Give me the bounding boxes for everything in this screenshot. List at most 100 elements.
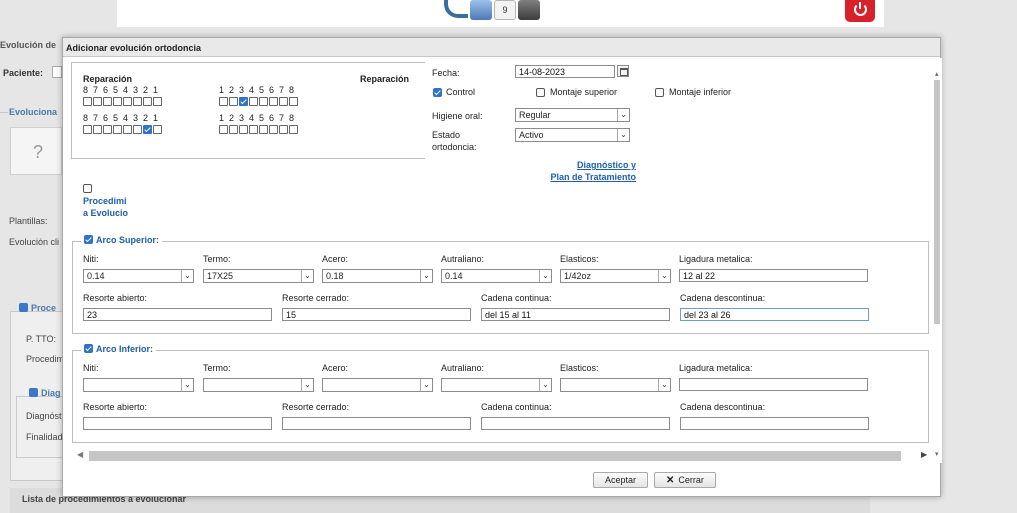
tooth-number: 1 bbox=[219, 85, 225, 95]
tooth-checkbox[interactable] bbox=[219, 125, 228, 134]
tooth-checkbox[interactable] bbox=[113, 125, 122, 134]
resorte-cerrado-input[interactable] bbox=[282, 417, 471, 430]
tooth-checkbox[interactable] bbox=[153, 125, 162, 134]
tooth-checkbox[interactable] bbox=[289, 97, 298, 106]
resorte-abierto-input[interactable] bbox=[83, 417, 272, 430]
paciente-field[interactable] bbox=[52, 66, 62, 78]
scroll-thumb[interactable] bbox=[89, 451, 901, 461]
tooth-checkbox[interactable] bbox=[93, 97, 102, 106]
fecha-input[interactable]: 14-08-2023 bbox=[515, 65, 615, 78]
chevron-down-icon: ⌄ bbox=[617, 109, 629, 121]
plantillas-label: Plantillas: bbox=[9, 216, 48, 226]
horizontal-scrollbar[interactable]: ◀ ▶ bbox=[75, 448, 929, 462]
tooth-checkbox[interactable] bbox=[103, 125, 112, 134]
acero-select[interactable]: ⌄ bbox=[322, 378, 433, 392]
tooth-number: 7 bbox=[279, 85, 285, 95]
tooth-checkbox[interactable] bbox=[153, 97, 162, 106]
scroll-down-icon[interactable]: ▾ bbox=[935, 450, 939, 458]
calendar-icon[interactable]: 9 bbox=[494, 0, 516, 20]
tooth-checkbox[interactable] bbox=[239, 97, 248, 106]
higiene-select[interactable]: Regular ⌄ bbox=[515, 108, 630, 122]
tooth-checkbox[interactable] bbox=[289, 125, 298, 134]
upper-right-numbers: 12345678 bbox=[219, 85, 299, 95]
scroll-thumb[interactable] bbox=[934, 80, 940, 324]
tooth-checkbox[interactable] bbox=[229, 125, 238, 134]
tooth-checkbox[interactable] bbox=[133, 97, 142, 106]
elasticos-select[interactable]: ⌄ bbox=[560, 378, 671, 392]
card-icon[interactable] bbox=[518, 0, 540, 20]
tooth-checkbox[interactable] bbox=[143, 97, 152, 106]
niti-select[interactable]: ⌄ bbox=[83, 378, 194, 392]
tooth-checkbox[interactable] bbox=[83, 97, 92, 106]
arco-inferior-checkbox[interactable] bbox=[84, 344, 93, 353]
elasticos-value: 1/42oz bbox=[564, 271, 592, 281]
calendar-icon[interactable] bbox=[617, 65, 629, 77]
tooth-checkbox[interactable] bbox=[259, 125, 268, 134]
paciente-label: Paciente: bbox=[3, 68, 44, 78]
tooth-checkbox[interactable] bbox=[83, 125, 92, 134]
termo-select[interactable]: 17X25 ⌄ bbox=[203, 269, 314, 283]
scroll-right-icon[interactable]: ▶ bbox=[921, 450, 927, 459]
resorte-cerrado-input[interactable]: 15 bbox=[282, 308, 471, 321]
tooth-checkbox[interactable] bbox=[229, 97, 238, 106]
tooth-checkbox[interactable] bbox=[279, 125, 288, 134]
tooth-checkbox[interactable] bbox=[249, 125, 258, 134]
tooth-number: 6 bbox=[269, 113, 275, 123]
acero-value: 0.18 bbox=[326, 271, 344, 281]
montaje-superior-checkbox[interactable] bbox=[536, 88, 545, 97]
niti-select[interactable]: 0.14 ⌄ bbox=[83, 269, 194, 283]
tooth-checkbox[interactable] bbox=[103, 97, 112, 106]
resorte-abierto-input[interactable]: 23 bbox=[83, 308, 272, 321]
tooth-checkbox[interactable] bbox=[113, 97, 122, 106]
tooth-checkbox[interactable] bbox=[239, 125, 248, 134]
upper-left-teeth bbox=[83, 97, 162, 106]
tooth-checkbox[interactable] bbox=[269, 125, 278, 134]
ligadura-input[interactable] bbox=[679, 378, 868, 391]
tooth-checkbox[interactable] bbox=[133, 125, 142, 134]
estado-select[interactable]: Activo ⌄ bbox=[515, 128, 630, 142]
montaje-superior-label: Montaje superior bbox=[550, 87, 618, 97]
diagnostico-link[interactable]: Diagnóstico y Plan de Tratamiento bbox=[536, 159, 636, 183]
tooth-checkbox[interactable] bbox=[279, 97, 288, 106]
acero-select[interactable]: 0.18 ⌄ bbox=[322, 269, 433, 283]
tooth-checkbox[interactable] bbox=[123, 125, 132, 134]
tooth-checkbox[interactable] bbox=[123, 97, 132, 106]
cadena-continua-input[interactable]: del 15 al 11 bbox=[481, 308, 670, 321]
montaje-inferior-checkbox[interactable] bbox=[655, 88, 664, 97]
procedimientos-evolucion-label: Procedimi a Evolucio bbox=[83, 196, 129, 218]
tooth-checkbox[interactable] bbox=[219, 97, 228, 106]
tooth-checkbox[interactable] bbox=[93, 125, 102, 134]
power-icon[interactable] bbox=[845, 0, 875, 22]
scroll-left-icon[interactable]: ◀ bbox=[77, 450, 83, 459]
control-checkbox[interactable] bbox=[433, 88, 442, 97]
autraliano-select[interactable]: ⌄ bbox=[441, 378, 552, 392]
elasticos-select[interactable]: 1/42oz ⌄ bbox=[560, 269, 671, 283]
cadena-descontinua-input[interactable] bbox=[680, 417, 869, 430]
tooth-checkbox[interactable] bbox=[249, 97, 258, 106]
autraliano-select[interactable]: 0.14 ⌄ bbox=[441, 269, 552, 283]
tooth-checkbox[interactable] bbox=[269, 97, 278, 106]
cadena-descontinua-input[interactable]: del 23 al 26 bbox=[680, 308, 869, 321]
checkbox-icon[interactable] bbox=[19, 303, 28, 312]
back-arrow-icon[interactable] bbox=[444, 0, 468, 18]
termo-select[interactable]: ⌄ bbox=[203, 378, 314, 392]
tooth-number: 7 bbox=[93, 85, 99, 95]
dialog-body: Reparación Reparación 87654321 12345678 … bbox=[63, 58, 929, 454]
checkbox-icon[interactable] bbox=[29, 388, 38, 397]
scroll-up-icon[interactable]: ▴ bbox=[935, 70, 939, 78]
tooth-checkbox[interactable] bbox=[143, 125, 152, 134]
tooth-number: 2 bbox=[143, 85, 149, 95]
tooth-checkbox[interactable] bbox=[259, 97, 268, 106]
arco-superior-checkbox[interactable] bbox=[84, 235, 93, 244]
procedimientos-checkbox[interactable] bbox=[83, 184, 92, 193]
cadena-continua-input[interactable] bbox=[481, 417, 670, 430]
higiene-label: Higiene oral: bbox=[432, 111, 483, 121]
fecha-label: Fecha: bbox=[432, 68, 460, 78]
ligadura-input[interactable]: 12 al 22 bbox=[679, 269, 868, 282]
ligadura-label: Ligadura metalica: bbox=[679, 363, 753, 373]
vertical-scrollbar[interactable]: ▴ ▾ bbox=[932, 58, 942, 463]
aceptar-button[interactable]: Aceptar bbox=[593, 472, 649, 488]
close-icon: ✕ bbox=[666, 475, 675, 486]
people-icon[interactable] bbox=[470, 0, 492, 20]
cerrar-button[interactable]: ✕ Cerrar bbox=[654, 472, 716, 488]
